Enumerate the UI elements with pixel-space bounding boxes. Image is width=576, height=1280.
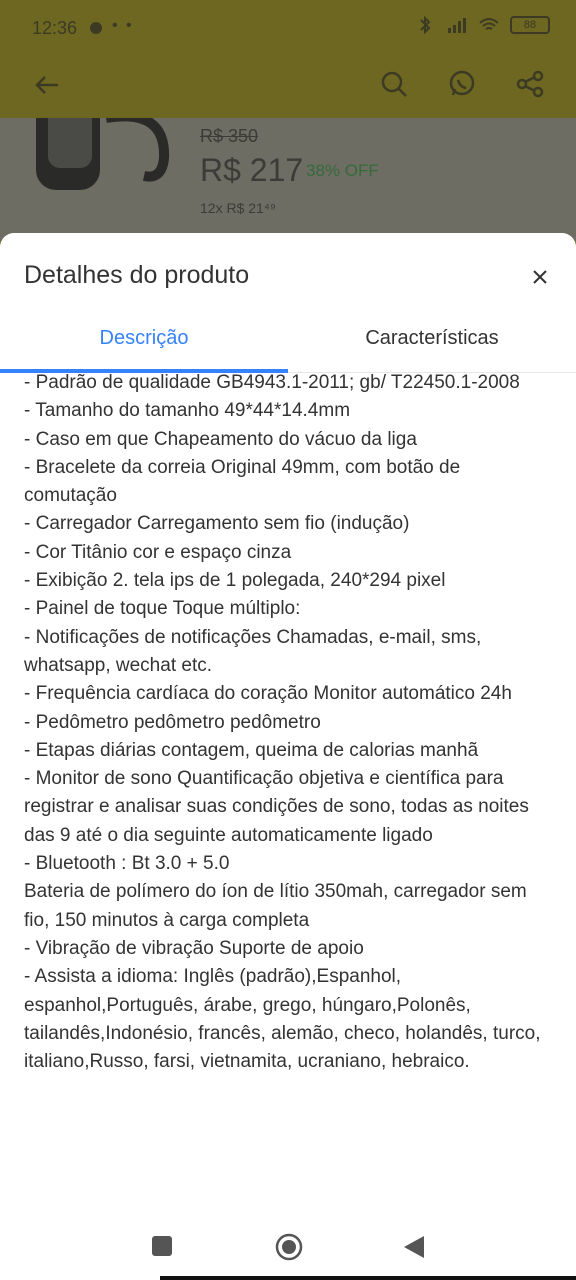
signal-icon: [448, 18, 466, 33]
product-details-sheet: Detalhes do produto Descrição Caracterís…: [0, 233, 576, 1280]
description-line: - Bluetooth : Bt 3.0 + 5.0: [24, 853, 230, 875]
description-line: - Etapas diárias contagem, queima de cal…: [24, 739, 479, 761]
status-time: 12:36: [32, 18, 78, 38]
description-line: - Padrão de qualidade GB4943.1-2011; gb/…: [24, 372, 520, 393]
description-line: - Frequência cardíaca do coração Monitor…: [24, 683, 512, 705]
battery-icon: 88: [510, 16, 550, 34]
description-line: - Carregador Carregamento sem fio (induç…: [24, 513, 410, 535]
back-nav-icon[interactable]: [402, 1234, 426, 1260]
product-image: [36, 118, 170, 190]
description-line: - Vibração de vibração Suporte de apoio: [24, 937, 364, 959]
tab-descricao[interactable]: Descrição: [0, 327, 288, 350]
discount-badge: 38% OFF: [306, 161, 379, 180]
share-icon[interactable]: [514, 68, 546, 100]
description-line: - Caso em que Chapeamento do vácuo da li…: [24, 428, 417, 450]
description-line: - Painel de toque Toque múltiplo:: [24, 598, 301, 620]
wifi-icon: [479, 18, 499, 30]
description-line: - Exibição 2. tela ips de 1 polegada, 24…: [24, 570, 446, 592]
back-arrow-icon[interactable]: [32, 70, 62, 100]
status-icons: 88: [414, 16, 550, 34]
tab-bar: Descrição Características: [0, 313, 576, 373]
description-line: Bateria de polímero do íon de lítio 350m…: [24, 881, 527, 931]
tab-caracteristicas[interactable]: Características: [288, 327, 576, 350]
description-line: - Notificações de notificações Chamadas,…: [24, 626, 482, 676]
product-summary: R$ 350 R$ 217 38% OFF 12x R$ 21⁴⁹: [0, 118, 576, 240]
description-line: - Tamanho do tamanho 49*44*14.4mm: [24, 400, 351, 422]
search-icon[interactable]: [378, 68, 410, 100]
gesture-bar: [160, 1276, 576, 1280]
home-icon[interactable]: [274, 1232, 304, 1262]
bluetooth-icon: [420, 16, 431, 34]
whatsapp-icon[interactable]: [446, 68, 478, 100]
current-price: R$ 217: [200, 152, 304, 188]
sheet-title: Detalhes do produto: [24, 261, 250, 289]
system-nav-bar: [0, 1212, 576, 1280]
description-line: - Monitor de sono Quantificação objetiva…: [24, 768, 529, 846]
recent-apps-icon[interactable]: [152, 1236, 172, 1256]
app-bar: [0, 56, 576, 118]
old-price: R$ 350: [200, 126, 259, 146]
description-line: - Cor Titânio cor e espaço cinza: [24, 541, 292, 563]
close-icon[interactable]: [526, 263, 554, 291]
notification-icon: [90, 22, 102, 34]
status-bar: 12:36 • • 88: [0, 0, 576, 56]
description-text: - Padrão de qualidade GB4943.1-2011; gb/…: [24, 369, 556, 1076]
installments-text: 12x R$ 21⁴⁹: [200, 200, 276, 216]
description-line: - Bracelete da correia Original 49mm, co…: [24, 456, 461, 507]
description-line: - Pedômetro pedômetro pedômetro: [24, 711, 321, 733]
more-notifications-icon: • •: [112, 17, 134, 34]
description-line: - Assista a idioma: Inglês (padrão),Espa…: [24, 966, 541, 1073]
